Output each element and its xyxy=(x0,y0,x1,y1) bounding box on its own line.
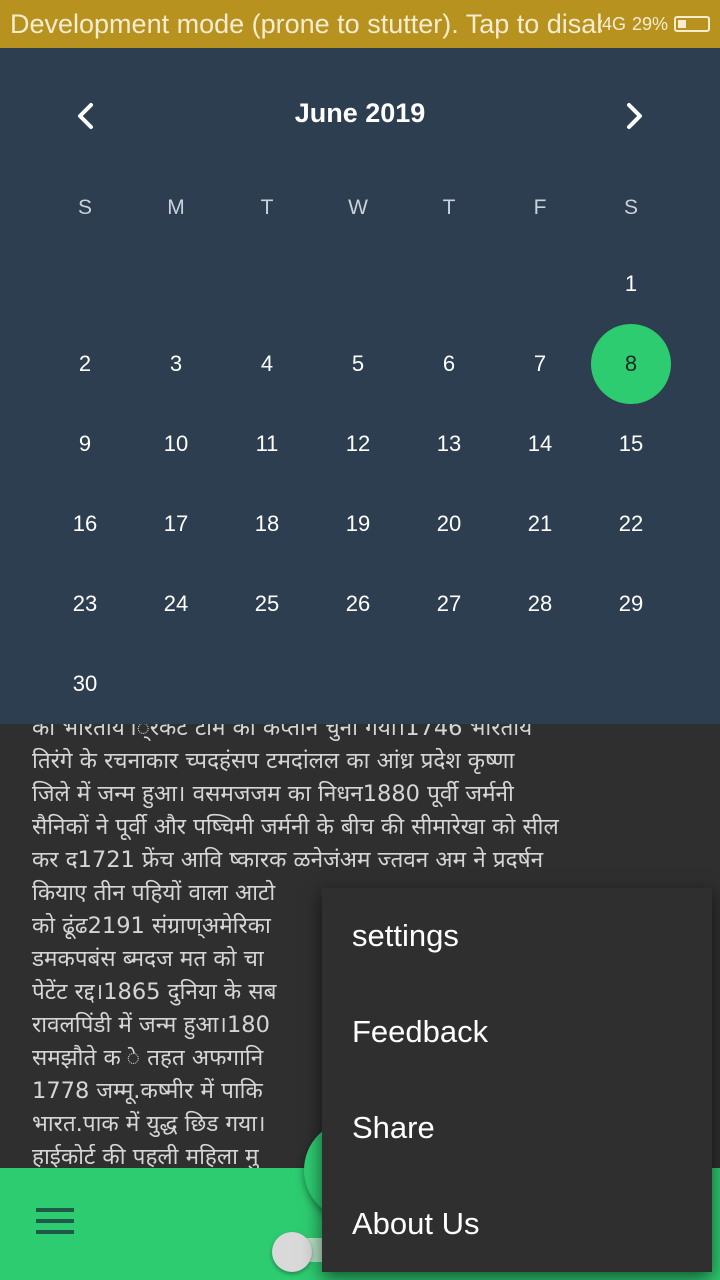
article-line: कर द1721 फ्रेंच आवि ष्कारक ळनेजंअम ज्तवन… xyxy=(32,847,544,873)
selected-day-cell[interactable]: 8 xyxy=(591,324,671,404)
next-month-button[interactable] xyxy=(610,92,658,140)
weekday-label: F xyxy=(533,196,547,219)
day-cell[interactable]: 26 xyxy=(318,564,398,644)
day-cell[interactable]: 14 xyxy=(500,404,580,484)
day-cell[interactable]: 18 xyxy=(227,484,307,564)
app-screen: को भारतीय ि्रकेट टीम का कप्तान चुना गया।… xyxy=(0,0,720,1280)
status-bar: Development mode (prone to stutter). Tap… xyxy=(0,0,720,48)
day-cell[interactable]: 22 xyxy=(591,484,671,564)
day-cell[interactable]: 29 xyxy=(591,564,671,644)
day-cell[interactable]: 17 xyxy=(136,484,216,564)
day-cell[interactable]: 16 xyxy=(45,484,125,564)
day-cell[interactable]: 13 xyxy=(409,404,489,484)
menu-item-about-us[interactable]: About Us xyxy=(322,1176,712,1272)
weekday-label: T xyxy=(442,196,456,219)
day-cell[interactable]: 9 xyxy=(45,404,125,484)
network-label: 4G xyxy=(601,13,626,34)
day-cell[interactable]: 21 xyxy=(500,484,580,564)
day-cell[interactable]: 2 xyxy=(45,324,125,404)
battery-icon xyxy=(674,16,710,32)
menu-item-feedback[interactable]: Feedback xyxy=(322,984,712,1080)
day-cell[interactable]: 28 xyxy=(500,564,580,644)
day-cell[interactable]: 10 xyxy=(136,404,216,484)
article-line: सैनिकों ने पूर्वी और पष्चिमी जर्मनी के ब… xyxy=(32,814,559,840)
dev-mode-banner[interactable]: Development mode (prone to stutter). Tap… xyxy=(10,9,602,40)
hamburger-menu-icon[interactable] xyxy=(36,1208,76,1238)
day-cell[interactable]: 12 xyxy=(318,404,398,484)
weekday-label: S xyxy=(77,196,92,219)
menu-item-share[interactable]: Share xyxy=(322,1080,712,1176)
battery-percent: 29% xyxy=(631,13,668,34)
article-line: तिरंगे के रचनाकार च्पदहंसप टमदांलल का आं… xyxy=(32,748,515,774)
day-cell[interactable]: 7 xyxy=(500,324,580,404)
day-cell[interactable]: 27 xyxy=(409,564,489,644)
day-cell[interactable]: 3 xyxy=(136,324,216,404)
weekday-label: W xyxy=(348,196,368,219)
day-cell[interactable]: 19 xyxy=(318,484,398,564)
day-cell[interactable]: 15 xyxy=(591,404,671,484)
day-cell[interactable]: 20 xyxy=(409,484,489,564)
day-cell[interactable]: 5 xyxy=(318,324,398,404)
toggle-thumb[interactable] xyxy=(272,1232,312,1272)
day-cell[interactable]: 11 xyxy=(227,404,307,484)
day-cell[interactable]: 24 xyxy=(136,564,216,644)
calendar-header: June 2019 xyxy=(0,48,720,184)
weekday-label: M xyxy=(167,196,185,219)
article-line: जिले में जन्म हुआ। वसमजजम का निधन1880 पू… xyxy=(32,781,514,807)
weekday-label: S xyxy=(623,196,638,219)
day-cell[interactable]: 23 xyxy=(45,564,125,644)
day-cell[interactable]: 30 xyxy=(45,644,125,724)
date-picker-calendar: June 2019 S M T W T F S 1 2 3 4 5 6 7 8 … xyxy=(0,48,720,724)
day-cell[interactable]: 4 xyxy=(227,324,307,404)
day-cell[interactable]: 6 xyxy=(409,324,489,404)
overflow-menu: settings Feedback Share About Us xyxy=(322,888,712,1272)
status-indicators: 4G 29% xyxy=(602,14,710,35)
day-cell[interactable]: 1 xyxy=(591,244,671,324)
chevron-right-icon xyxy=(627,103,642,129)
day-cell[interactable]: 25 xyxy=(227,564,307,644)
menu-item-settings[interactable]: settings xyxy=(322,888,712,984)
weekday-label: T xyxy=(260,196,274,219)
